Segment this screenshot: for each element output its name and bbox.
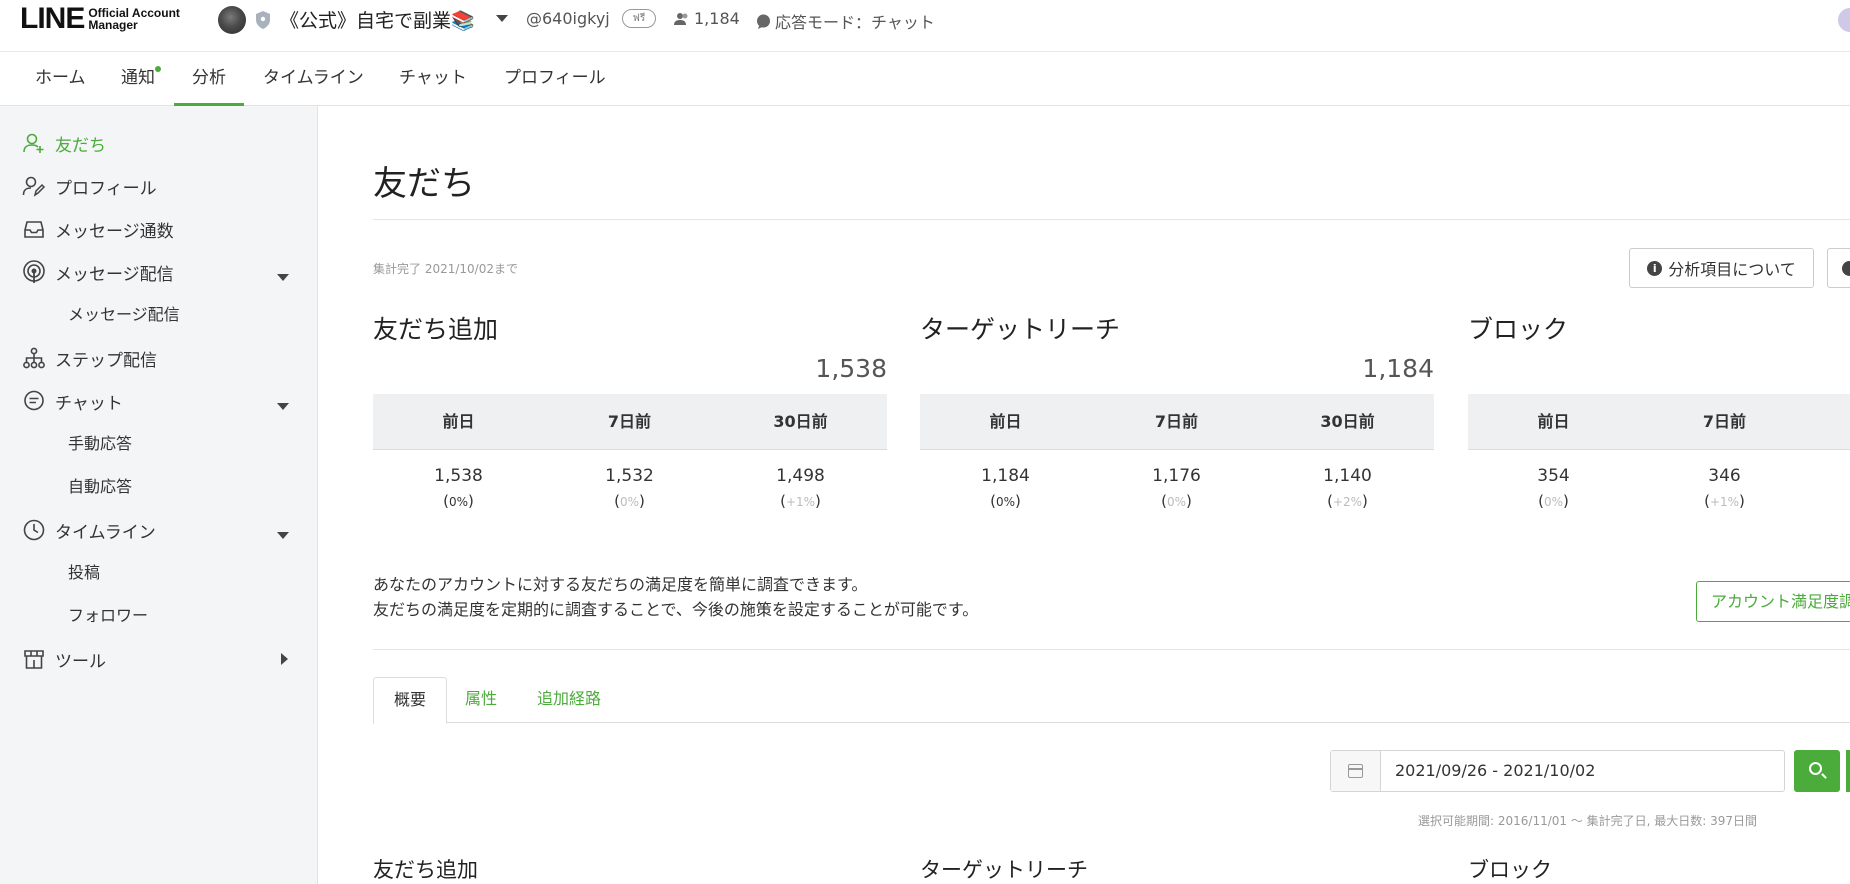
search-button[interactable] [1794,750,1840,792]
chat-icon [24,390,44,411]
stat-block: ブロック 前日 7日前 354 346 (0%) (+1%) [1468,310,1850,530]
search-icon [1809,762,1822,775]
chevron-right-icon[interactable] [281,653,288,665]
reply-mode[interactable]: 応答モード：チャット [756,9,935,33]
divider [373,219,1850,220]
sidebar-item-timeline[interactable]: タイムライン [22,515,156,545]
stat-header-row: 前日 7日前 [1468,394,1850,450]
tab-timeline[interactable]: タイムライン [263,52,364,106]
analytics-subtabs: 概要 属性 追加経路 [373,677,1850,724]
stat-target-reach: ターゲットリーチ 1,184 前日 7日前 30日前 1,184 1,176 1… [920,310,1434,510]
date-range-picker[interactable]: 2021/09/26 - 2021/10/02 [1330,750,1785,792]
section-title-blocks: ブロック [1468,858,1552,882]
sidebar-subitem-followers[interactable]: フォロワー [68,601,148,631]
stat-value-row: 354 346 (0%) (+1%) [1537,466,1745,510]
line-logo[interactable]: LINE Official Account Manager [20,2,180,36]
tab-home[interactable]: ホーム [35,52,86,106]
sidebar-subitem-broadcast[interactable]: メッセージ配信 [68,300,180,330]
info-icon: i [1647,260,1663,276]
top-header: LINE Official Account Manager 《公式》自宅で副業📚… [0,0,1850,52]
sidebar-item-chat[interactable]: チャット [22,386,123,416]
help-button[interactable] [1827,248,1850,288]
sidebar-item-message-count[interactable]: メッセージ通数 [22,214,174,244]
clock-icon [23,519,45,541]
stat-title: 友だち追加 [373,315,499,344]
sidebar: 友だち プロフィール メッセージ通数 メッセージ配信 メッセージ配信 ステップ配… [0,106,318,884]
notification-dot [155,66,161,72]
stat-total: 1,184 [1362,354,1434,383]
next-button[interactable] [1846,750,1850,792]
sidebar-item-friends[interactable]: 友だち [22,128,106,158]
tab-analytics[interactable]: 分析 [174,52,244,106]
profile-edit-icon [22,176,46,197]
stat-header-row: 前日 7日前 30日前 [920,394,1434,450]
page-title: 友だち [373,164,475,204]
subtab-attributes[interactable]: 属性 [445,677,517,723]
logo-main-text: LINE [20,2,85,35]
account-id: @640igkyj [526,9,610,28]
subtab-overview[interactable]: 概要 [373,677,448,724]
stat-value-row: 1,184 1,176 1,140 (0%) (0%) (+2%) [981,466,1372,510]
stat-value-row: 1,538 1,532 1,498 (0%) (0%) (+1%) [434,466,825,510]
friends-count: 1,184 [674,9,740,28]
aggregation-note: 集計完了 2021/10/02まで [373,262,518,276]
user-avatar[interactable] [1838,8,1850,32]
sidebar-item-step[interactable]: ステップ配信 [22,343,157,373]
account-name[interactable]: 《公式》自宅で副業📚 [280,6,475,33]
plan-badge: ฟรี [622,9,656,28]
inbox-icon [24,221,44,238]
friends-count-value: 1,184 [694,9,740,28]
broadcast-icon [23,260,45,283]
chevron-down-icon[interactable] [277,532,289,539]
stat-title: ターゲットリーチ [920,315,1121,344]
stat-total: 1,538 [815,354,887,383]
range-note: 選択可能期間: 2016/11/01 〜 集計完了日, 最大日数: 397日間 [1418,814,1758,828]
tab-profile[interactable]: プロフィール [504,52,606,106]
section-title-friends-added: 友だち追加 [373,858,478,882]
stat-title: ブロック [1468,315,1569,344]
chevron-down-icon[interactable] [277,403,289,410]
sidebar-subitem-auto-reply[interactable]: 自動応答 [68,472,132,502]
stat-friends-added: 友だち追加 1,538 前日 7日前 30日前 1,538 1,532 1,49… [373,310,887,510]
satisfaction-survey-button[interactable]: アカウント満足度調 [1696,581,1850,622]
survey-description: あなたのアカウントに対する友だちの満足度を簡単に調査できます。 友だちの満足度を… [373,575,979,619]
stat-header-row: 前日 7日前 30日前 [373,394,887,450]
sidebar-subitem-manual-reply[interactable]: 手動応答 [68,429,132,459]
reply-mode-label: 応答モード：チャット [775,13,935,32]
sidebar-item-tools[interactable]: ツール [22,644,106,674]
divider [373,649,1850,650]
subtab-add-source[interactable]: 追加経路 [517,677,621,723]
tab-chat[interactable]: チャット [399,52,467,106]
main-nav: ホーム 通知 分析 タイムライン チャット プロフィール [0,52,1850,106]
chevron-down-icon[interactable] [496,15,508,22]
step-tree-icon [23,347,45,369]
chat-bubble-icon [757,14,770,29]
people-icon [674,12,688,25]
account-avatar[interactable] [218,6,246,34]
sidebar-item-broadcast[interactable]: メッセージ配信 [22,257,174,287]
sidebar-subitem-posts[interactable]: 投稿 [68,558,100,588]
sidebar-item-profile[interactable]: プロフィール [22,171,157,201]
store-icon [24,650,44,669]
shield-icon [256,11,270,29]
info-icon [1842,261,1850,276]
chevron-down-icon[interactable] [277,274,289,281]
friend-add-icon [23,133,44,153]
analysis-info-button[interactable]: i 分析項目について [1629,248,1814,288]
section-title-target-reach: ターゲットリーチ [920,858,1088,882]
logo-sub-line-2: Manager [88,18,138,32]
calendar-icon[interactable] [1331,751,1381,791]
date-range-value[interactable]: 2021/09/26 - 2021/10/02 [1381,751,1595,791]
tab-notifications[interactable]: 通知 [121,52,161,106]
